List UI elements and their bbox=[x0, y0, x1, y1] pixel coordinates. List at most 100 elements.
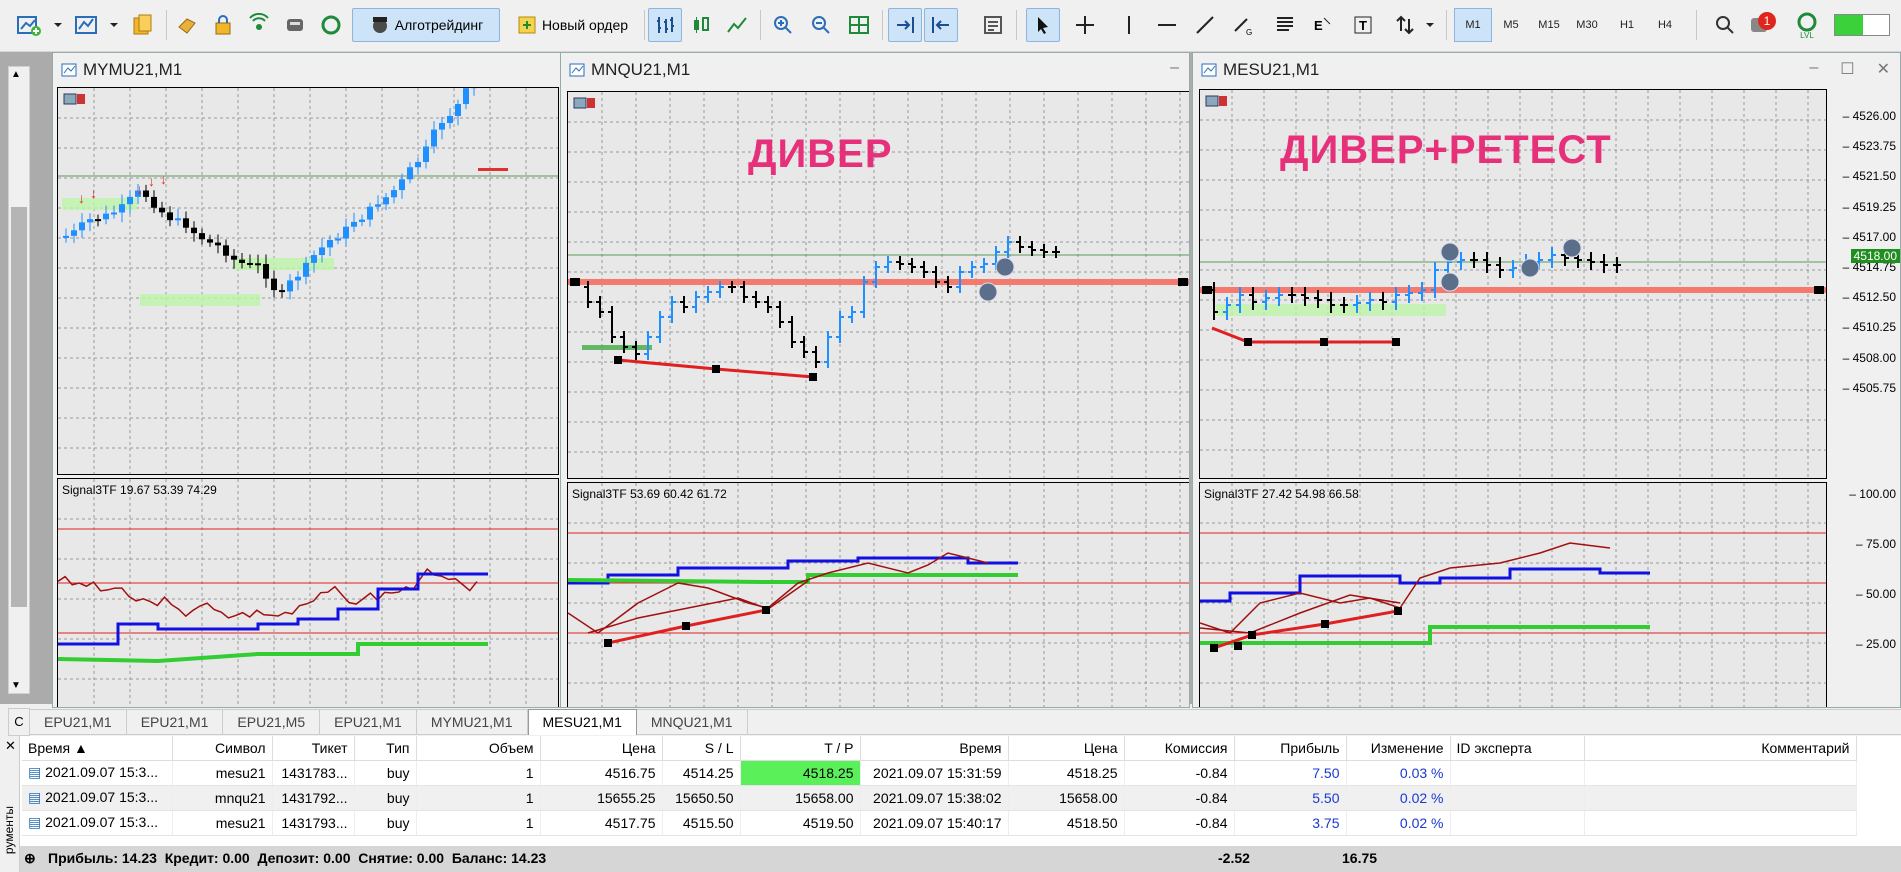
vertical-scrollbar[interactable]: ▲ ▼ bbox=[8, 66, 30, 694]
column-header[interactable]: Тип bbox=[354, 736, 417, 761]
svg-text:G: G bbox=[1246, 28, 1252, 36]
column-header[interactable]: Комиссия bbox=[1124, 736, 1235, 761]
timeframe-m5[interactable]: M5 bbox=[1492, 8, 1530, 42]
column-header[interactable]: ID эксперта bbox=[1450, 736, 1585, 761]
scroll-up-icon[interactable]: ▲ bbox=[11, 69, 21, 80]
profiles-icon[interactable] bbox=[70, 8, 104, 42]
close-icon[interactable]: ✕ bbox=[5, 738, 16, 754]
close-icon[interactable]: ✕ bbox=[1877, 59, 1890, 79]
timeframe-h1[interactable]: H1 bbox=[1608, 8, 1646, 42]
chart-tab[interactable]: MESU21,M1 bbox=[527, 709, 637, 735]
indicator-pane[interactable]: Signal3TF 19.67 53.39 74.29 bbox=[57, 478, 559, 707]
data-window-icon[interactable] bbox=[170, 8, 204, 42]
divergence-point bbox=[712, 365, 720, 373]
column-header[interactable]: Тикет bbox=[272, 736, 355, 761]
zoom-out-icon[interactable] bbox=[804, 8, 838, 42]
line-chart-icon[interactable] bbox=[720, 8, 754, 42]
trendline-icon[interactable] bbox=[1188, 8, 1222, 42]
column-header[interactable]: Цена bbox=[540, 736, 663, 761]
candle-body bbox=[255, 263, 261, 266]
window-title-bar[interactable]: MNQU21,M1 bbox=[561, 53, 1189, 87]
market-watch-icon[interactable] bbox=[126, 8, 160, 42]
chart-shift-icon[interactable] bbox=[924, 8, 958, 42]
chart-window-mesu21[interactable]: MESU21,M1 – ☐ ✕ ДИВЕР+РЕТЕСТ – 4526.00– 45… bbox=[1192, 52, 1901, 708]
candle-body bbox=[423, 146, 429, 162]
table-cell: ▤ 2021.09.07 15:3... bbox=[22, 760, 173, 786]
candle-body bbox=[279, 290, 285, 293]
templates-icon[interactable] bbox=[976, 8, 1010, 42]
column-header[interactable]: Цена bbox=[1008, 736, 1125, 761]
maximize-icon[interactable]: ☐ bbox=[1840, 59, 1854, 79]
chart-tab[interactable]: MYMU21,M1 bbox=[417, 710, 528, 734]
column-header[interactable]: Комментарий bbox=[1584, 736, 1857, 761]
indicator-label: Signal3TF 53.69 60.42 61.72 bbox=[572, 487, 727, 501]
cursor-icon[interactable] bbox=[1026, 8, 1060, 42]
text-tool-icon[interactable]: T bbox=[1346, 8, 1380, 42]
expand-icon[interactable]: ⊕ bbox=[24, 850, 36, 867]
column-header[interactable]: Объем bbox=[416, 736, 541, 761]
column-header[interactable]: S / L bbox=[662, 736, 741, 761]
crosshair-icon[interactable] bbox=[1068, 8, 1102, 42]
elliott-icon[interactable]: E bbox=[1306, 8, 1340, 42]
candle-body bbox=[399, 179, 405, 191]
search-icon[interactable] bbox=[1708, 8, 1742, 42]
new-chart-icon[interactable] bbox=[12, 8, 46, 42]
chart-window-mnqu21[interactable]: MNQU21,M1 – ДИВЕР Signal3TF 53.69 60.42 … bbox=[560, 52, 1190, 708]
price-axis[interactable]: – 4526.00 – 4523.75 – 4521.50 – 4519.25 – 45… bbox=[1827, 89, 1900, 707]
timeframe-m30[interactable]: M30 bbox=[1568, 8, 1606, 42]
column-header[interactable]: Прибыль bbox=[1234, 736, 1347, 761]
candlestick-icon[interactable] bbox=[684, 8, 718, 42]
tile-windows-icon[interactable] bbox=[842, 8, 876, 42]
candle-body bbox=[367, 206, 373, 220]
community-icon[interactable] bbox=[314, 8, 348, 42]
price-chart[interactable]: ДИВЕР bbox=[567, 91, 1189, 479]
gann-line-icon[interactable]: G bbox=[1226, 8, 1260, 42]
timeframe-m15[interactable]: M15 bbox=[1530, 8, 1568, 42]
algotrading-button[interactable]: Алготрейдинг bbox=[352, 8, 500, 42]
bar-chart-icon[interactable] bbox=[648, 8, 682, 42]
chart-tab[interactable]: EPU21,M1 bbox=[30, 710, 127, 734]
scroll-thumb[interactable] bbox=[11, 207, 27, 607]
window-title-bar[interactable]: MYMU21,M1 bbox=[53, 53, 561, 87]
new-order-button[interactable]: Новый ордер bbox=[504, 8, 640, 42]
column-header[interactable]: Время bbox=[860, 736, 1009, 761]
horizontal-line-icon[interactable] bbox=[1150, 8, 1184, 42]
auto-scroll-icon[interactable] bbox=[888, 8, 922, 42]
chevron-down-icon[interactable] bbox=[50, 8, 66, 42]
timeframe-m1[interactable]: M1 bbox=[1454, 8, 1492, 42]
indicator-pane[interactable]: Signal3TF 27.42 54.98 66.58 bbox=[1199, 482, 1827, 707]
minimize-icon[interactable]: – bbox=[1170, 59, 1179, 77]
chart-window-mymu21[interactable]: MYMU21,M1 ↓ ↓ ↓ ↓ ↓ Signal3TF 19.67 53.39 74… bbox=[52, 52, 562, 708]
arrows-icon[interactable] bbox=[1388, 8, 1422, 42]
table-row[interactable]: ▤ 2021.09.07 15:3... mesu21 1431783... buy 1… bbox=[22, 760, 1857, 786]
level-icon[interactable]: LVL bbox=[1790, 8, 1824, 42]
timeframe-h4[interactable]: H4 bbox=[1646, 8, 1684, 42]
indicator-pane[interactable]: Signal3TF 53.69 60.42 61.72 bbox=[567, 482, 1189, 707]
column-header[interactable]: Время ▲ bbox=[22, 736, 173, 761]
tab-scroll-button[interactable]: C bbox=[8, 708, 30, 736]
chart-tab[interactable]: EPU21,M5 bbox=[223, 710, 321, 734]
table-row[interactable]: ▤ 2021.09.07 15:3... mesu21 1431793... buy 1… bbox=[22, 810, 1857, 836]
zoom-in-icon[interactable] bbox=[766, 8, 800, 42]
lock-icon[interactable] bbox=[206, 8, 240, 42]
minimize-icon[interactable]: – bbox=[1809, 59, 1818, 79]
price-chart[interactable]: ДИВЕР+РЕТЕСТ bbox=[1199, 89, 1827, 479]
chevron-down-icon[interactable] bbox=[1422, 8, 1438, 42]
table-row[interactable]: ▤ 2021.09.07 15:3... mnqu21 1431792... buy 1… bbox=[22, 785, 1857, 811]
window-title-bar[interactable]: MESU21,M1 bbox=[1193, 53, 1900, 87]
chart-tab[interactable]: MNQU21,M1 bbox=[637, 710, 748, 734]
column-header[interactable]: Изменение bbox=[1346, 736, 1451, 761]
chevron-down-icon[interactable] bbox=[106, 8, 122, 42]
vertical-line-icon[interactable] bbox=[1112, 8, 1146, 42]
candle-body bbox=[415, 161, 421, 168]
column-header[interactable]: T / P bbox=[740, 736, 861, 761]
scroll-down-icon[interactable]: ▼ bbox=[11, 680, 21, 691]
column-header[interactable]: Символ bbox=[172, 736, 273, 761]
fibonacci-icon[interactable] bbox=[1268, 8, 1302, 42]
chart-tab[interactable]: EPU21,M1 bbox=[127, 710, 224, 734]
notifications-icon[interactable]: 1 bbox=[1746, 8, 1780, 42]
vps-icon[interactable] bbox=[278, 8, 312, 42]
price-chart[interactable]: ↓ ↓ ↓ ↓ ↓ bbox=[57, 87, 559, 475]
signal-icon[interactable] bbox=[242, 8, 276, 42]
chart-tab[interactable]: EPU21,M1 bbox=[320, 710, 417, 734]
